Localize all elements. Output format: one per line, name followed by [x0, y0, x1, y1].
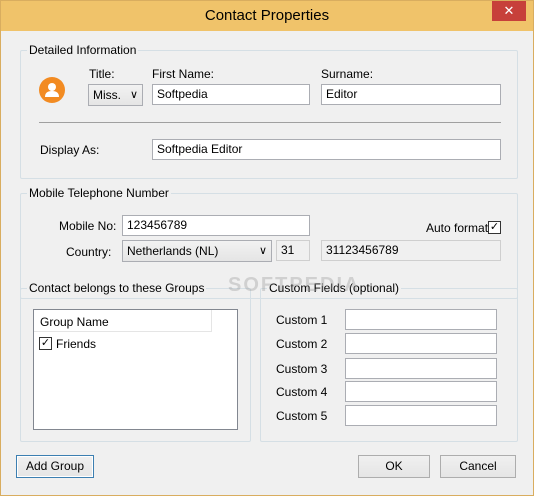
group-name-column-header[interactable]: Group Name	[34, 310, 212, 332]
title-select[interactable]: Miss. ∨	[88, 84, 143, 106]
formatted-number-field: 31123456789	[321, 240, 501, 261]
contact-avatar-icon	[39, 77, 65, 103]
softpedia-watermark: SOFTPEDIA	[228, 274, 361, 296]
country-select-value: Netherlands (NL)	[127, 244, 219, 258]
checkmark-icon: ✓	[40, 337, 51, 349]
custom-5-label: Custom 5	[276, 409, 328, 423]
country-select[interactable]: Netherlands (NL) ∨	[122, 240, 272, 262]
surname-field[interactable]: Editor	[321, 84, 501, 105]
custom-3-field[interactable]	[345, 358, 497, 379]
custom-1-field[interactable]	[345, 309, 497, 330]
custom-2-label: Custom 2	[276, 337, 328, 351]
custom-2-field[interactable]	[345, 333, 497, 354]
chevron-down-icon: ∨	[129, 89, 138, 101]
first-name-field[interactable]: Softpedia	[152, 84, 310, 105]
checkmark-icon: ✓	[489, 221, 500, 233]
separator-line	[39, 122, 501, 123]
auto-format-checkbox[interactable]: ✓	[488, 221, 501, 234]
contact-groups-legend: Contact belongs to these Groups	[27, 281, 207, 295]
detailed-information-group: Detailed Information Title: Miss. ∨ Firs…	[20, 43, 518, 179]
display-as-field[interactable]: Softpedia Editor	[152, 139, 501, 160]
list-item[interactable]: ✓ Friends	[34, 334, 237, 354]
add-group-button[interactable]: Add Group	[16, 455, 94, 478]
custom-4-field[interactable]	[345, 381, 497, 402]
mobile-no-field[interactable]: 123456789	[122, 215, 310, 236]
ok-button[interactable]: OK	[358, 455, 430, 478]
custom-4-label: Custom 4	[276, 385, 328, 399]
auto-format-label: Auto format	[426, 221, 489, 235]
groups-list[interactable]: Group Name ✓ Friends	[33, 309, 238, 430]
detailed-information-legend: Detailed Information	[27, 43, 139, 57]
group-item-label: Friends	[56, 337, 97, 351]
custom-1-label: Custom 1	[276, 313, 328, 327]
surname-label: Surname:	[321, 67, 374, 81]
country-label: Country:	[66, 245, 112, 259]
group-name-header-text: Group Name	[40, 315, 109, 329]
title-label: Title:	[89, 67, 115, 81]
cancel-button[interactable]: Cancel	[440, 455, 516, 478]
window-title: Contact Properties	[204, 7, 330, 24]
custom-fields-group: Custom Fields (optional) Custom 1 Custom…	[260, 281, 518, 442]
custom-3-label: Custom 3	[276, 362, 328, 376]
mobile-no-label: Mobile No:	[59, 219, 117, 233]
first-name-label: First Name:	[152, 67, 215, 81]
country-code-field: 31	[276, 240, 310, 261]
display-as-label: Display As:	[40, 143, 100, 157]
title-select-value: Miss.	[93, 88, 121, 102]
close-icon: ✕	[503, 3, 515, 18]
contact-properties-window: Contact Properties ✕ Detailed Informatio…	[0, 0, 534, 496]
dialog-client: Detailed Information Title: Miss. ∨ Firs…	[8, 31, 526, 489]
friends-checkbox[interactable]: ✓	[39, 337, 52, 350]
close-button[interactable]: ✕	[492, 1, 526, 21]
chevron-down-icon: ∨	[258, 245, 267, 257]
title-bar[interactable]: Contact Properties ✕	[1, 1, 533, 31]
mobile-telephone-legend: Mobile Telephone Number	[27, 186, 171, 200]
custom-5-field[interactable]	[345, 405, 497, 426]
contact-groups-group: Contact belongs to these Groups Group Na…	[20, 281, 251, 442]
